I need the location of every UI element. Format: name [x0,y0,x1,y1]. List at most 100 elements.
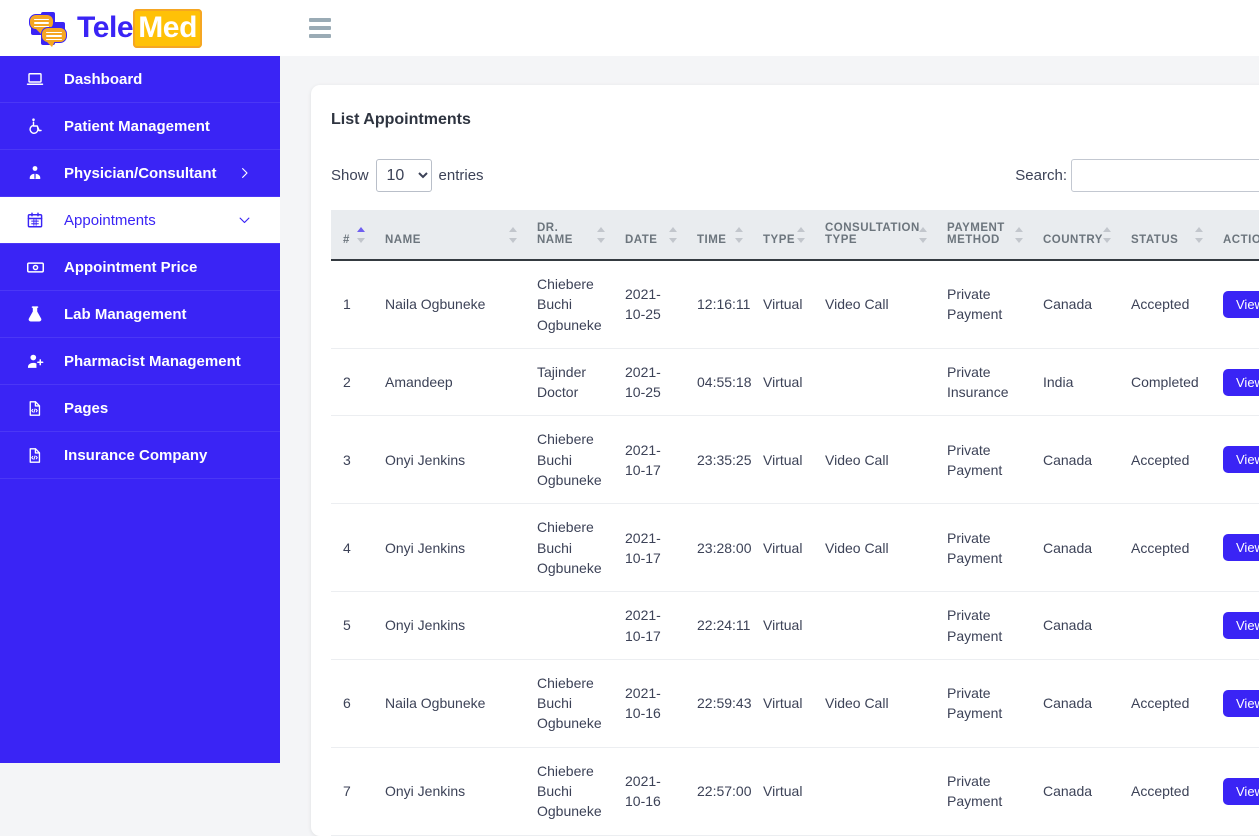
sort-indicator-icon[interactable] [797,226,806,243]
sidebar-item-appointment-price[interactable]: Appointment Price [0,244,280,291]
column-header-label: TIME [697,234,727,246]
cell-type: Virtual [751,415,813,505]
column-header-name[interactable]: NAME [373,210,525,261]
cell-name: Onyi Jenkins [373,503,525,593]
brand-title: Tele Med [77,9,203,48]
cell-pay: Private Insurance [935,348,1031,417]
sort-indicator-icon[interactable] [597,226,606,243]
sort-indicator-icon[interactable] [669,226,678,243]
view-button[interactable]: View [1223,534,1259,562]
sidebar-item-insurance-company[interactable]: Insurance Company [0,432,280,479]
cell-time: 22:59:43 [685,659,752,748]
sidebar-item-label: Appointment Price [64,258,198,276]
sort-indicator-icon[interactable] [735,226,744,243]
view-button[interactable]: View [1223,446,1259,474]
cell-ctype: Video Call [813,659,935,748]
column-header-act[interactable]: ACTION [1211,210,1259,261]
brand-title-part1: Tele [77,11,134,44]
cell-name: Naila Ogbuneke [373,659,525,748]
cell-ctry: Canada [1031,747,1119,836]
cell-ctry: Canada [1031,503,1119,593]
chevron-right-icon[interactable] [237,166,252,181]
sort-indicator-icon[interactable] [509,226,518,243]
sort-indicator-icon[interactable] [1195,226,1204,243]
sidebar-item-label: Appointments [64,211,156,229]
cell-dr: Chiebere Buchi Ogbuneke [525,260,613,349]
sidebar-item-patient-management[interactable]: Patient Management [0,103,280,150]
cell-name: Onyi Jenkins [373,591,525,660]
cell-time: 22:57:00 [685,747,752,836]
sidebar-item-pages[interactable]: Pages [0,385,280,432]
sidebar-item-physician-consultant[interactable]: Physician/Consultant [0,150,280,197]
sidebar-item-label: Lab Management [64,305,187,323]
cell-time: 12:16:11 [685,260,751,349]
cell-stat: Accepted [1119,503,1211,593]
cell-dr: Chiebere Buchi Ogbuneke [525,747,613,836]
table-row: 4 Onyi Jenkins Chiebere Buchi Ogbuneke 2021… [331,503,1259,593]
cell-stat: Completed [1119,348,1211,417]
wheelchair-icon [26,117,52,135]
view-button[interactable]: View [1223,290,1259,318]
sort-indicator-icon[interactable] [1015,226,1024,243]
cell-num: 1 [331,260,373,349]
column-header-label: CONSULTATION TYPE [825,222,920,246]
cell-action: View [1211,659,1259,748]
cell-stat: Accepted [1119,415,1211,505]
sidebar-item-appointments[interactable]: Appointments [0,197,280,244]
view-button[interactable]: View [1223,689,1259,717]
cell-num: 7 [331,747,373,836]
sort-indicator-icon[interactable] [1103,226,1112,243]
table-row: 2 Amandeep Tajinder Doctor 2021-10-25 04:55:… [331,348,1259,417]
cell-time: 04:55:18 [685,348,752,417]
column-header-num[interactable]: # [331,210,373,261]
cell-action: View [1211,348,1259,417]
column-header-pay[interactable]: PAYMENT METHOD [935,210,1031,261]
sidebar: Dashboard Patient Management Physician/Con… [0,56,280,763]
hamburger-icon[interactable] [309,17,333,39]
sort-indicator-icon[interactable] [357,226,366,243]
sidebar-item-lab-management[interactable]: Lab Management [0,291,280,338]
column-header-time[interactable]: TIME [685,210,751,261]
view-button[interactable]: View [1223,612,1259,640]
cell-ctry: Canada [1031,260,1119,349]
cell-ctype: Video Call [813,260,935,349]
cell-ctry: Canada [1031,591,1119,660]
search-input[interactable] [1071,158,1259,192]
cell-ctype: Video Call [813,503,935,593]
column-header-type[interactable]: TYPE [751,210,813,261]
column-header-label: COUNTRY [1043,234,1103,246]
sidebar-item-pharmacist-management[interactable]: Pharmacist Management [0,338,280,385]
cell-name: Naila Ogbuneke [373,260,525,349]
cell-name: Onyi Jenkins [373,415,525,505]
column-header-dr[interactable]: DR. NAME [525,210,613,261]
brand-logo[interactable]: Tele Med [0,0,280,56]
entries-per-page-select[interactable]: 102550100 [375,158,432,192]
cell-action: View [1211,260,1259,349]
column-header-date[interactable]: DATE [613,210,685,261]
column-header-stat[interactable]: STATUS [1119,210,1211,261]
table-row: 6 Naila Ogbuneke Chiebere Buchi Ogbuneke 20… [331,659,1259,748]
brand-title-part2: Med [133,9,203,48]
cell-pay: Private Payment [935,503,1031,593]
top-bar: Tele Med [0,0,1259,56]
search-label: Search: [1015,166,1067,184]
table-row: 7 Onyi Jenkins Chiebere Buchi Ogbuneke 2021… [331,747,1259,836]
sidebar-item-dashboard[interactable]: Dashboard [0,56,280,103]
column-header-ctry[interactable]: COUNTRY [1031,210,1119,261]
cell-date: 2021-10-17 [613,591,685,660]
cell-date: 2021-10-25 [613,260,685,349]
table-header-row: # NAME DR. NAME DATE TIME TYPE CONSULTATION TY… [331,210,1259,261]
cell-ctype: Video Call [813,415,935,505]
table-controls: Show 102550100 entries Search: [331,158,1259,192]
sort-indicator-icon[interactable] [919,226,928,243]
cell-ctype [813,747,935,836]
cell-time: 23:28:00 [685,503,752,593]
chevron-down-icon[interactable] [237,213,252,228]
view-button[interactable]: View [1223,777,1259,805]
column-header-ctype[interactable]: CONSULTATION TYPE [813,210,935,261]
cell-name: Amandeep [373,348,525,417]
flask-icon [26,305,52,323]
cell-pay: Private Payment [935,659,1031,748]
view-button[interactable]: View [1223,368,1259,396]
cell-pay: Private Payment [935,415,1031,505]
